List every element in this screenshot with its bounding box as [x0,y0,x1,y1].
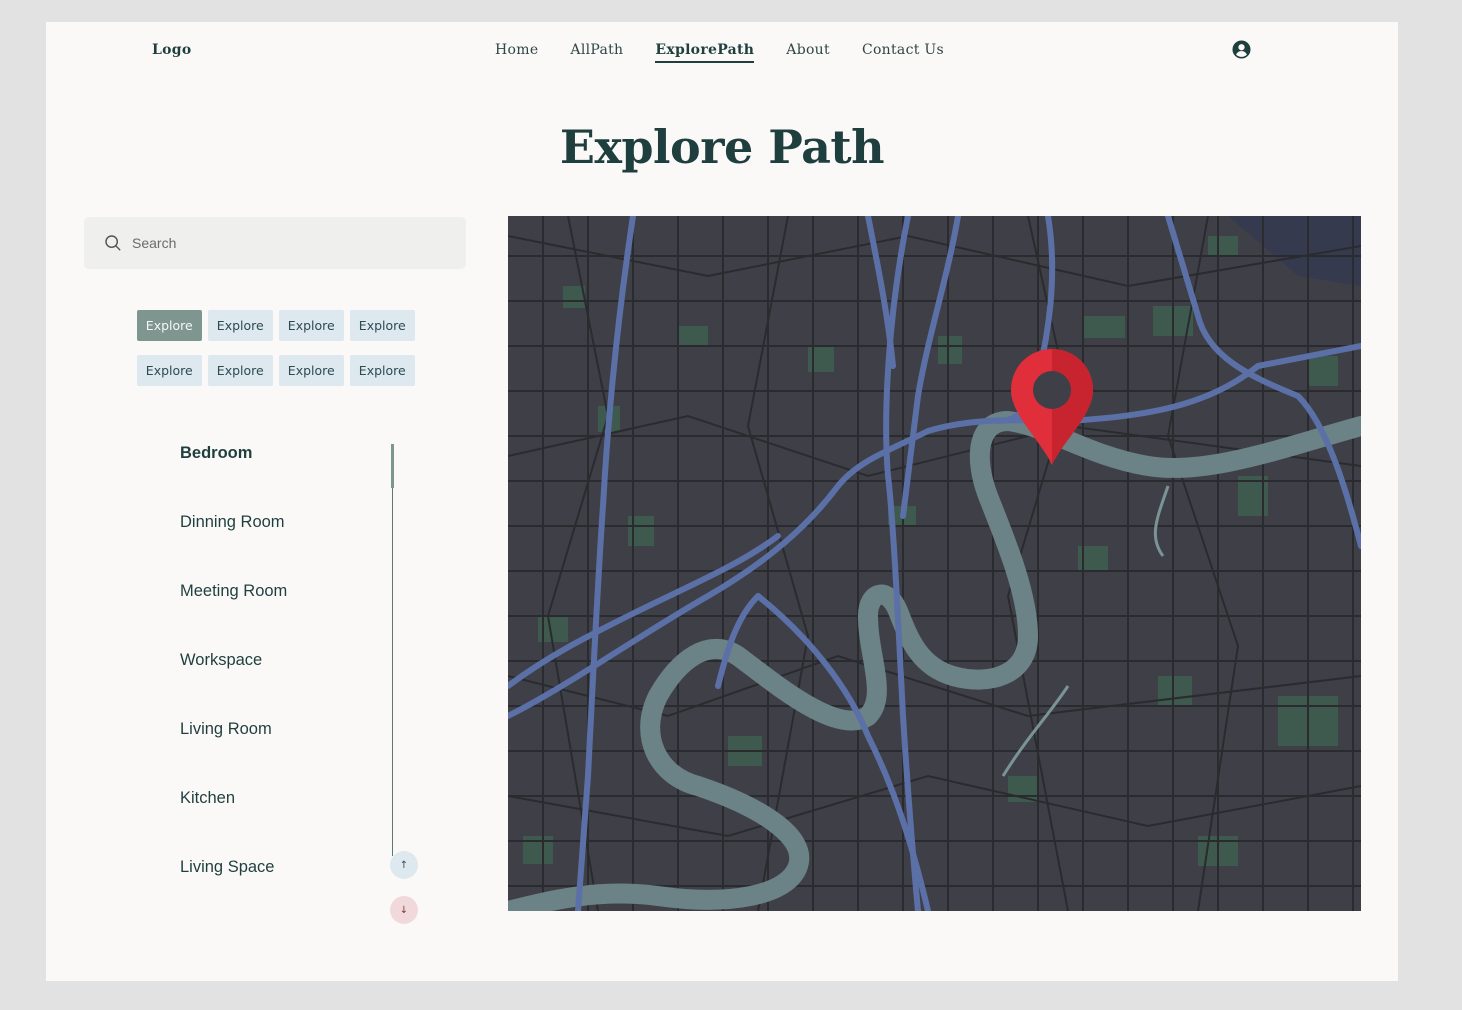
nav-home[interactable]: Home [495,42,538,63]
room-item-living-space[interactable]: Living Space [180,858,274,877]
room-item-workspace[interactable]: Workspace [180,651,262,670]
map-pin-icon[interactable] [1011,349,1093,465]
explore-chip[interactable]: Explore [350,355,415,386]
filter-chips: Explore Explore Explore Explore Explore … [137,310,427,386]
room-item-meeting-room[interactable]: Meeting Room [180,582,287,601]
map-view[interactable] [508,216,1361,911]
room-item-dinning-room[interactable]: Dinning Room [180,513,285,532]
search-icon [105,235,121,251]
explore-chip[interactable]: Explore [137,355,202,386]
explore-chip[interactable]: Explore [279,355,344,386]
scroll-up-button[interactable]: ↑ [390,851,418,879]
nav-allpath[interactable]: AllPath [570,42,623,63]
explore-chip[interactable]: Explore [208,355,273,386]
search-bar[interactable] [84,217,466,269]
explore-chip[interactable]: Explore [350,310,415,341]
explore-chip[interactable]: Explore [208,310,273,341]
logo[interactable]: Logo [152,42,192,58]
page-title: Explore Path [559,120,885,174]
nav-about[interactable]: About [786,42,830,63]
main-nav: Home AllPath ExplorePath About Contact U… [495,42,944,63]
scroll-track[interactable] [392,444,393,856]
nav-contact-us[interactable]: Contact Us [862,42,944,63]
room-item-kitchen[interactable]: Kitchen [180,789,235,808]
scroll-thumb[interactable] [391,444,394,488]
explore-chip[interactable]: Explore [279,310,344,341]
room-item-bedroom[interactable]: Bedroom [180,444,252,463]
search-input[interactable] [132,235,432,251]
nav-explorepath[interactable]: ExplorePath [655,42,755,63]
scroll-down-button[interactable]: ↓ [390,896,418,924]
user-circle-icon[interactable] [1232,40,1251,59]
room-item-living-room[interactable]: Living Room [180,720,272,739]
page: Logo Home AllPath ExplorePath About Cont… [46,22,1398,981]
map-canvas [508,216,1361,911]
explore-chip[interactable]: Explore [137,310,202,341]
